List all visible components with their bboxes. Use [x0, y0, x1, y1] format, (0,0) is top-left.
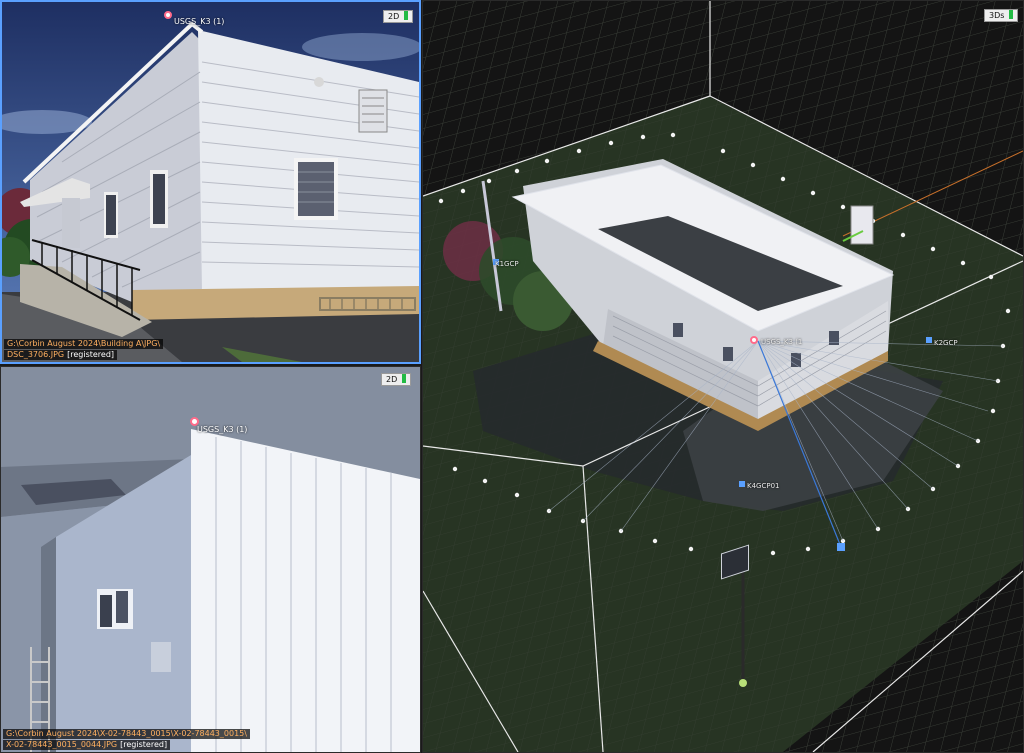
- view-mode-indicator-icon: [1009, 10, 1014, 19]
- image-filename: DSC_3706.JPG: [7, 350, 65, 359]
- image-filename-row: X-02-78443_0015_0044.JPG [registered]: [3, 740, 171, 750]
- gcp-point-label: USGS_K3 (1): [174, 17, 225, 26]
- gcp-marker-icon[interactable]: [750, 336, 758, 344]
- gcp-label-k3: USGS_K3 (1: [761, 338, 803, 346]
- view-mode-badge[interactable]: 2D: [383, 10, 414, 23]
- image-path: G:\Corbin August 2024\Building A\JPG\: [4, 339, 164, 349]
- gcp-marker-icon[interactable]: [164, 11, 172, 19]
- image-path: G:\Corbin August 2024\X-02-78443_0015\X-…: [3, 729, 250, 739]
- view-mode-label: 3Ds: [989, 11, 1005, 20]
- image-view-top[interactable]: USGS_K3 (1) 2D G:\Corbin August 2024\Bui…: [0, 0, 421, 364]
- gcp-label-k2: K2GCP: [934, 339, 958, 347]
- registration-status: [registered]: [67, 350, 115, 359]
- view-mode-badge[interactable]: 2D: [381, 373, 412, 386]
- image-filename: X-02-78443_0015_0044.JPG: [6, 740, 118, 749]
- point-cloud-scene: [423, 1, 1023, 752]
- photo-building-exterior: [2, 2, 419, 362]
- gcp-point-label: USGS_K3 (1): [197, 425, 248, 434]
- view-mode-indicator-icon: [404, 11, 409, 20]
- view-mode-indicator-icon: [402, 374, 407, 383]
- view-mode-label: 2D: [388, 12, 400, 21]
- gcp-label-k1: K1GCP: [495, 260, 519, 268]
- image-filename-row: DSC_3706.JPG [registered]: [4, 350, 118, 360]
- view-mode-badge[interactable]: 3Ds: [984, 9, 1019, 22]
- registration-status: [registered]: [120, 740, 168, 749]
- image-view-bottom[interactable]: USGS_K3 (1) 2D G:\Corbin August 2024\X-0…: [0, 366, 421, 753]
- view-mode-label: 2D: [386, 375, 398, 384]
- gcp-label-k4: K4GCP01: [747, 482, 780, 490]
- point-cloud-3d-view[interactable]: USGS_K3 (1 K1GCP K2GCP K4GCP01 3Ds: [422, 0, 1024, 753]
